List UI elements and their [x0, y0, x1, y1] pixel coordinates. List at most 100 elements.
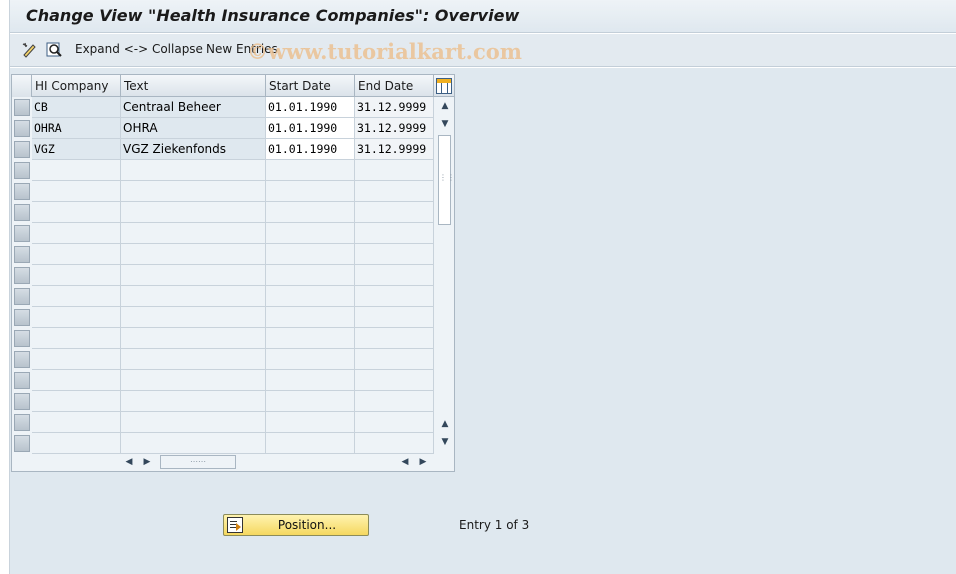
end-date-cell: 31.12.9999 — [355, 118, 434, 139]
empty-cell — [355, 244, 434, 265]
row-selector[interactable] — [14, 162, 30, 179]
page-down-icon[interactable]: ▲ — [437, 416, 453, 432]
table-row: VGZ VGZ Ziekenfonds 01.01.1990 31.12.999… — [12, 139, 434, 160]
page-right-icon[interactable]: ◀ — [398, 454, 412, 470]
empty-cell — [266, 160, 355, 181]
start-date-field[interactable]: 01.01.1990 — [266, 139, 355, 160]
empty-cell — [32, 265, 121, 286]
hi-company-cell: CB — [32, 97, 121, 118]
empty-cell — [266, 286, 355, 307]
empty-table-row — [12, 412, 434, 433]
row-selector[interactable] — [14, 330, 30, 347]
empty-table-row — [12, 391, 434, 412]
row-selector[interactable] — [14, 204, 30, 221]
horizontal-scrollbar[interactable]: ◀ ▶ ⋯⋯ ◀ ▶ — [120, 453, 436, 471]
empty-cell — [266, 307, 355, 328]
start-date-field[interactable]: 01.01.1990 — [266, 118, 355, 139]
column-header-text[interactable]: Text — [121, 75, 266, 97]
empty-cell — [355, 286, 434, 307]
empty-cell — [355, 328, 434, 349]
empty-cell — [355, 391, 434, 412]
row-selector[interactable] — [14, 246, 30, 263]
horizontal-scroll-thumb[interactable]: ⋯⋯ — [160, 455, 236, 469]
empty-cell — [32, 223, 121, 244]
page-up-icon[interactable]: ▼ — [437, 116, 453, 132]
application-toolbar: Expand <-> Collapse New Entries — [10, 34, 956, 67]
select-all-column[interactable] — [12, 75, 32, 97]
column-header-end-date[interactable]: End Date — [355, 75, 434, 97]
scroll-right-icon[interactable]: ▶ — [416, 454, 430, 470]
empty-table-row — [12, 307, 434, 328]
empty-table-row — [12, 349, 434, 370]
vertical-scrollbar[interactable]: ▲ ▼ ⋮⋮ ▲ ▼ — [436, 97, 455, 451]
row-selector[interactable] — [14, 393, 30, 410]
empty-cell — [266, 349, 355, 370]
empty-cell — [32, 160, 121, 181]
empty-cell — [355, 370, 434, 391]
row-selector[interactable] — [14, 372, 30, 389]
hi-company-cell: OHRA — [32, 118, 121, 139]
row-selector[interactable] — [14, 309, 30, 326]
page-title: Change View "Health Insurance Companies"… — [26, 6, 520, 25]
empty-cell — [266, 265, 355, 286]
row-selector[interactable] — [14, 267, 30, 284]
empty-cell — [32, 412, 121, 433]
empty-cell — [32, 244, 121, 265]
entries-table: HI Company Text Start Date End Date CB C… — [11, 74, 455, 472]
scroll-down-icon[interactable]: ▼ — [437, 434, 453, 450]
expand-collapse-button[interactable]: Expand <-> Collapse — [75, 42, 203, 56]
empty-table-row — [12, 223, 434, 244]
end-date-cell: 31.12.9999 — [355, 97, 434, 118]
empty-cell — [266, 370, 355, 391]
row-selector[interactable] — [14, 141, 30, 158]
display-change-icon[interactable] — [21, 41, 39, 59]
position-button-label: Position... — [277, 518, 337, 532]
empty-cell — [121, 370, 266, 391]
empty-cell — [121, 181, 266, 202]
empty-cell — [121, 328, 266, 349]
empty-cell — [266, 433, 355, 454]
empty-cell — [266, 328, 355, 349]
text-cell: Centraal Beheer — [121, 97, 266, 118]
table-settings-icon[interactable] — [436, 78, 452, 94]
entry-counter: Entry 1 of 3 — [459, 518, 530, 532]
empty-table-row — [12, 328, 434, 349]
empty-cell — [266, 412, 355, 433]
empty-table-row — [12, 244, 434, 265]
row-selector[interactable] — [14, 99, 30, 116]
row-selector[interactable] — [14, 120, 30, 137]
empty-cell — [121, 244, 266, 265]
empty-cell — [32, 202, 121, 223]
scroll-up-icon[interactable]: ▲ — [437, 98, 453, 114]
empty-cell — [121, 307, 266, 328]
title-bar: Change View "Health Insurance Companies"… — [10, 0, 956, 33]
vertical-scroll-thumb[interactable]: ⋮⋮ — [438, 135, 455, 225]
column-header-start-date[interactable]: Start Date — [266, 75, 355, 97]
empty-cell — [121, 433, 266, 454]
start-date-field[interactable]: 01.01.1990 — [266, 97, 355, 118]
empty-cell — [121, 349, 266, 370]
scroll-left-icon[interactable]: ◀ — [122, 454, 136, 470]
empty-cell — [355, 202, 434, 223]
empty-cell — [355, 181, 434, 202]
row-selector[interactable] — [14, 435, 30, 452]
column-header-hi-company[interactable]: HI Company — [32, 75, 121, 97]
table-row: OHRA OHRA 01.01.1990 31.12.9999 — [12, 118, 434, 139]
empty-cell — [355, 433, 434, 454]
page-left-icon[interactable]: ▶ — [140, 454, 154, 470]
new-entries-button[interactable]: New Entries — [206, 42, 278, 56]
row-selector[interactable] — [14, 183, 30, 200]
details-icon[interactable] — [45, 41, 63, 59]
empty-cell — [266, 244, 355, 265]
empty-cell — [121, 286, 266, 307]
position-button[interactable]: Position... — [223, 514, 369, 536]
row-selector[interactable] — [14, 351, 30, 368]
row-selector[interactable] — [14, 414, 30, 431]
empty-cell — [32, 328, 121, 349]
row-selector[interactable] — [14, 225, 30, 242]
empty-cell — [32, 181, 121, 202]
empty-table-row — [12, 286, 434, 307]
empty-cell — [266, 202, 355, 223]
row-selector[interactable] — [14, 288, 30, 305]
empty-cell — [32, 307, 121, 328]
